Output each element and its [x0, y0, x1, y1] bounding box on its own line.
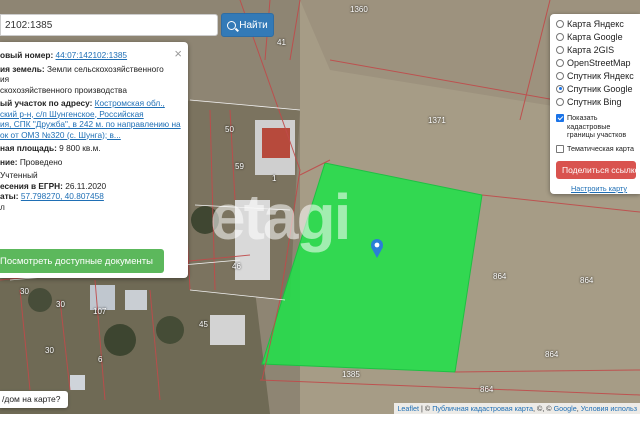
egrn-value: 26.11.2020 [65, 180, 107, 191]
parcel-label: 30 [56, 300, 65, 309]
parcel-label: 45 [199, 320, 208, 329]
area-label: ная площадь: [0, 143, 57, 153]
survey-label: ние: [0, 156, 18, 167]
layer-option-2gis-map[interactable]: Карта 2GIS [556, 43, 640, 56]
layer-option-bing-satellite[interactable]: Спутник Bing [556, 95, 640, 108]
leaflet-link[interactable]: Leaflet [397, 404, 419, 413]
address-link-2[interactable]: ский р-н, с/п Шунгенское, Российская [0, 109, 182, 120]
where-is-house-button[interactable]: /дом на карте? [0, 391, 68, 408]
address-link-1[interactable]: Костромская обл., [95, 98, 165, 108]
checkbox-icon[interactable] [556, 144, 564, 153]
checkbox-checked-icon[interactable] [556, 114, 564, 122]
parcel-label: 1371 [428, 116, 446, 125]
address-link-4[interactable]: ок от ОМЗ №320 (с. Шунга); в... [0, 130, 182, 141]
parcel-label: 59 [235, 162, 244, 171]
parcel-info-popup: × овый номер: 44:07:142102:1385 ия земел… [0, 42, 188, 278]
parcel-label: 30 [45, 346, 54, 355]
search-button[interactable]: Найти [221, 13, 274, 37]
egrn-label: есения в ЕГРН: [0, 180, 63, 191]
land-category-value-cont: ия [0, 74, 10, 84]
search-icon [227, 20, 237, 30]
pkk-link[interactable]: Публичная кадастровая карта [432, 404, 533, 413]
parcel-label: 1360 [350, 5, 368, 14]
radio-icon [556, 19, 564, 28]
area-value: 9 800 кв.м. [59, 143, 101, 153]
radio-icon [556, 45, 564, 54]
search-input[interactable]: 2102:1385 [0, 14, 218, 36]
extra-row: л [0, 201, 5, 212]
map-attribution: Leaflet | © Публичная кадастровая карта,… [394, 403, 640, 414]
layer-option-osm[interactable]: OpenStreetMap [556, 56, 640, 69]
area-row: ная площадь: 9 800 кв.м. [0, 143, 182, 154]
radio-icon [556, 32, 564, 41]
radio-icon [556, 71, 564, 80]
thematic-map-option[interactable]: Тематическая карта [556, 143, 640, 154]
land-usage-value: скохозяйственного производства [0, 84, 127, 95]
layer-option-google-satellite[interactable]: Спутник Google [556, 82, 640, 95]
terms-link[interactable]: Условия использ [581, 404, 637, 413]
coordinates-link[interactable]: 57.798270, 40.807458 [21, 191, 104, 201]
search-button-label: Найти [239, 19, 268, 31]
address-link-3[interactable]: ия, СПК "Дружба", в 242 м. по направлени… [0, 119, 182, 130]
land-category-label: ия земель: [0, 63, 45, 74]
address-row: ый участок по адресу: Костромская обл., [0, 98, 182, 109]
radio-icon [556, 97, 564, 106]
coordinates-row: аты: 57.798270, 40.807458 [0, 191, 182, 202]
survey-row: ние: Проведено [0, 157, 182, 168]
layer-option-google-map[interactable]: Карта Google [556, 30, 640, 43]
status-value: Учтенный [0, 170, 38, 180]
parcel-label: 6 [98, 355, 103, 364]
share-link-button[interactable]: Поделиться ссылкой [556, 161, 636, 179]
parcel-label: 864 [480, 385, 494, 394]
cadastral-number-label: овый номер: [0, 50, 54, 60]
radio-selected-icon [556, 84, 564, 93]
layer-option-yandex-satellite[interactable]: Спутник Яндекс [556, 69, 640, 82]
parcel-label: 46 [232, 262, 241, 271]
land-category-row: ия земель: Земли сельскохозяйственного [0, 64, 182, 75]
parcel-label: 1385 [342, 370, 360, 379]
thematic-map-label: Тематическая карта [567, 143, 634, 153]
google-link[interactable]: Google [554, 404, 577, 413]
land-category-value: Земли сельскохозяйственного [46, 63, 164, 74]
show-borders-label: Показать кадастровые границы участков [567, 113, 627, 139]
survey-value: Проведено [19, 156, 63, 167]
watermark: etagi [210, 181, 351, 253]
coordinates-label: аты: [0, 191, 19, 201]
layer-option-yandex-map[interactable]: Карта Яндекс [556, 17, 640, 30]
parcel-label: 864 [545, 350, 559, 359]
address-label: ый участок по адресу: [0, 98, 93, 108]
setup-map-link[interactable]: Настроить карту [556, 184, 640, 193]
parcel-label: 864 [493, 272, 507, 281]
parcel-label: 41 [277, 38, 286, 47]
parcel-label: 30 [20, 287, 29, 296]
show-borders-option[interactable]: Показать кадастровые границы участков [556, 113, 640, 140]
parcel-label: 1 [272, 174, 277, 183]
close-icon[interactable]: × [174, 47, 182, 60]
cadastral-number-row: овый номер: 44:07:142102:1385 [0, 50, 182, 61]
parcel-label: 864 [580, 276, 594, 285]
layer-switcher: Карта Яндекс Карта Google Карта 2GIS Ope… [550, 14, 640, 194]
view-documents-button[interactable]: Посмотреть доступные документы [0, 249, 164, 273]
cadastral-number-link[interactable]: 44:07:142102:1385 [56, 50, 128, 60]
egrn-row: есения в ЕГРН: 26.11.2020 [0, 181, 182, 192]
parcel-label: 50 [225, 125, 234, 134]
radio-icon [556, 58, 564, 67]
parcel-label: 107 [93, 307, 107, 316]
